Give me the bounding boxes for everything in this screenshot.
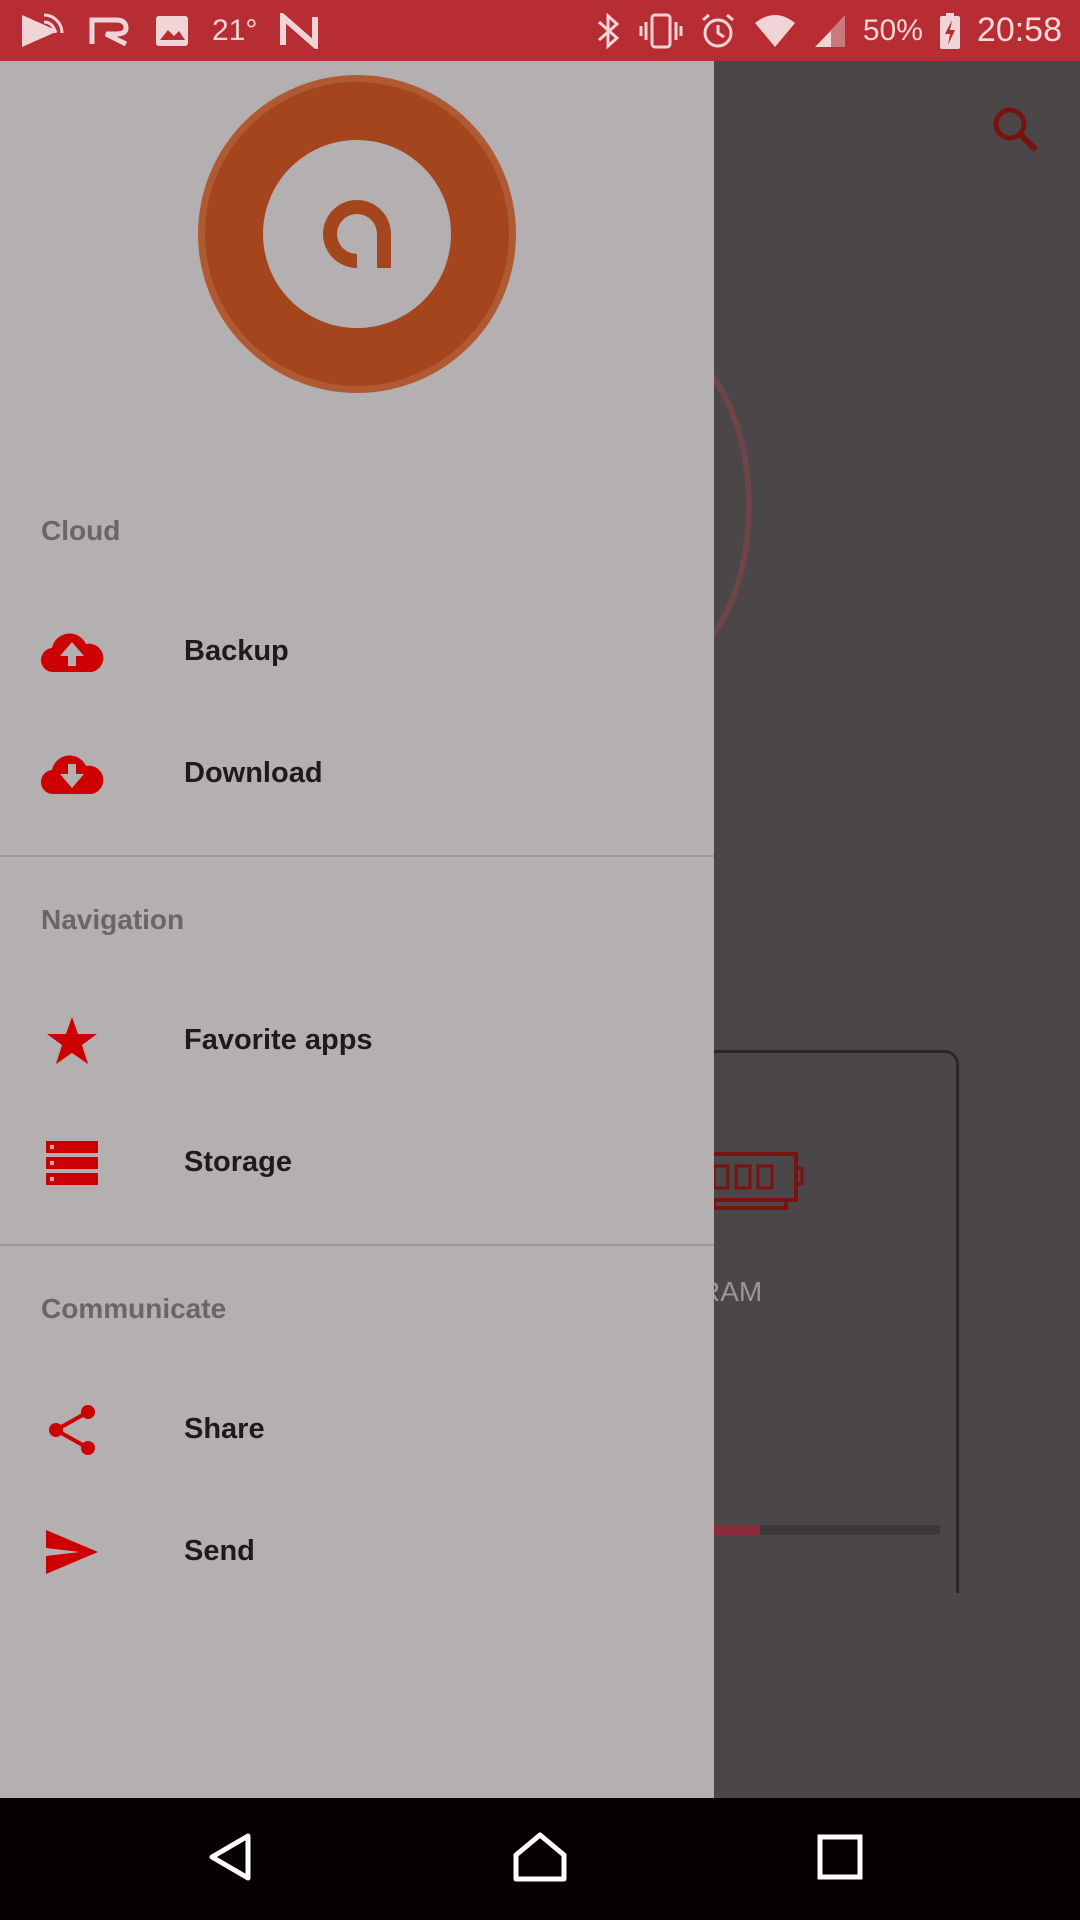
- section-header-communicate: Communicate: [41, 1293, 227, 1324]
- star-icon: [40, 1012, 104, 1070]
- section-header-cloud: Cloud: [41, 515, 121, 546]
- drawer-item-send[interactable]: Send: [0, 1497, 714, 1607]
- home-icon: [512, 1831, 568, 1888]
- wifi-icon: [753, 13, 797, 49]
- drawer-item-label: Share: [184, 1413, 265, 1445]
- vibrate-icon: [639, 12, 683, 50]
- share-icon: [40, 1401, 104, 1459]
- home-button[interactable]: [480, 1798, 600, 1920]
- status-bar: 21° 50% 20:58: [0, 0, 1080, 61]
- drawer-item-label: Storage: [184, 1146, 292, 1178]
- battery-percent-text: 50%: [862, 13, 923, 47]
- search-icon[interactable]: [990, 104, 1040, 159]
- drawer-item-label: Favorite apps: [184, 1024, 373, 1056]
- drawer-item-storage[interactable]: Storage: [0, 1108, 714, 1218]
- battery-charging-icon: [939, 12, 961, 50]
- bluetooth-icon: [593, 12, 623, 50]
- temperature-text: 21°: [212, 13, 258, 47]
- section-divider: [0, 855, 714, 857]
- signal-icon: [813, 13, 847, 49]
- back-button[interactable]: [170, 1798, 290, 1920]
- cast-icon: [18, 11, 66, 51]
- app-logo: [205, 82, 509, 386]
- drawer-item-favorite-apps[interactable]: Favorite apps: [0, 986, 714, 1096]
- cloud-download-icon: [40, 745, 104, 803]
- n-app-icon: [279, 12, 319, 49]
- drawer-item-download[interactable]: Download: [0, 719, 714, 829]
- drawer-item-label: Download: [184, 757, 323, 789]
- storage-icon: [40, 1134, 104, 1192]
- navigation-drawer: Cloud Backup Download Navigation Favorit…: [0, 61, 714, 1798]
- drawer-item-label: Backup: [184, 635, 289, 667]
- r-app-icon: [88, 14, 132, 48]
- recents-button[interactable]: [780, 1798, 900, 1920]
- section-header-navigation: Navigation: [41, 904, 185, 935]
- section-divider: [0, 1244, 714, 1246]
- back-icon: [206, 1832, 254, 1887]
- clock-text: 20:58: [976, 11, 1062, 49]
- drawer-item-share[interactable]: Share: [0, 1375, 714, 1485]
- send-icon: [40, 1523, 104, 1581]
- system-navigation-bar: [0, 1798, 1080, 1920]
- alarm-icon: [699, 12, 737, 50]
- drawer-item-backup[interactable]: Backup: [0, 597, 714, 707]
- ram-usage-bar: [700, 1525, 940, 1535]
- recents-icon: [817, 1834, 863, 1885]
- memory-chip-icon: [700, 1148, 804, 1217]
- drawer-item-label: Send: [184, 1535, 255, 1567]
- app-logo-icon: [323, 200, 391, 268]
- cloud-upload-icon: [40, 623, 104, 681]
- image-icon: [154, 14, 190, 48]
